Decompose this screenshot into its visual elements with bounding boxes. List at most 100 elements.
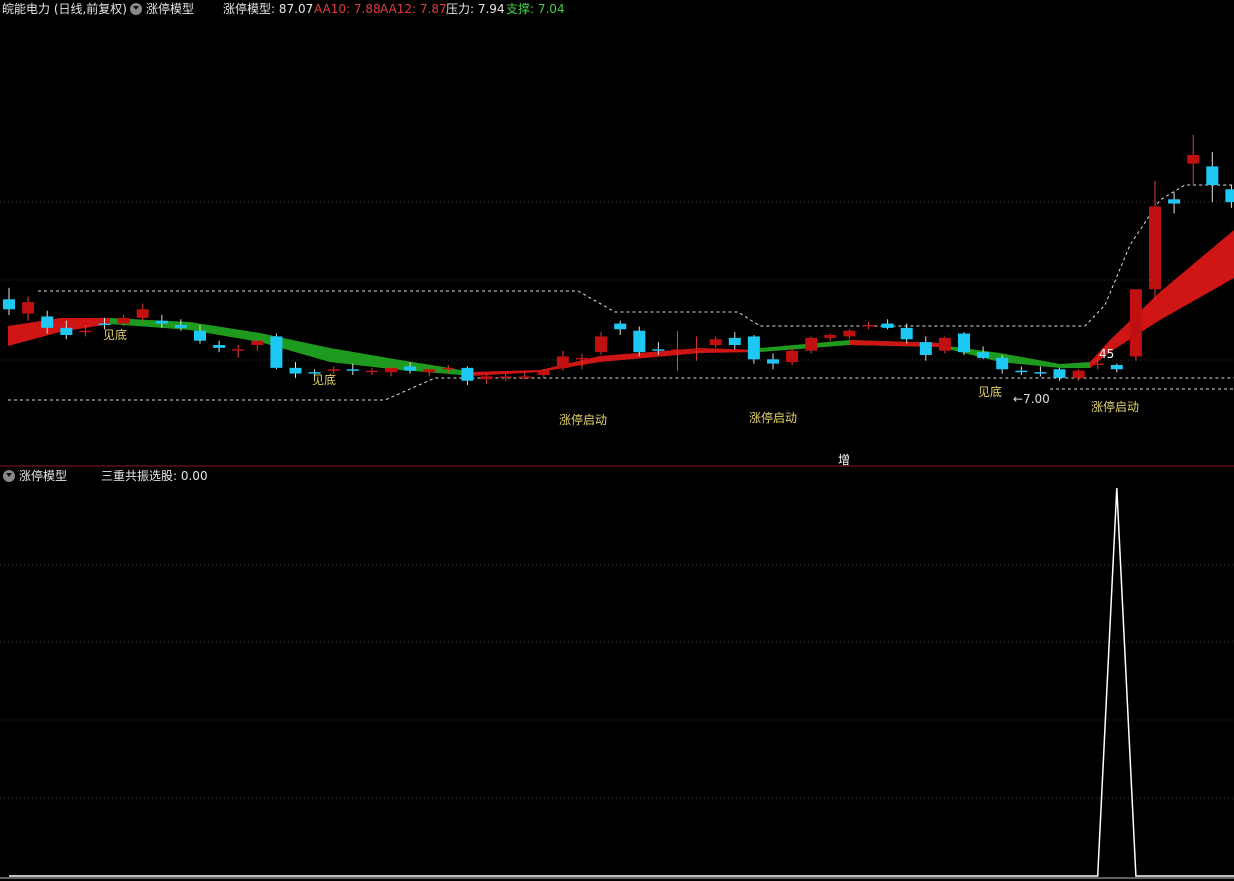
- chevron-down-icon[interactable]: [3, 470, 15, 482]
- candlestick: [633, 326, 646, 357]
- candle-body: [1149, 206, 1161, 290]
- candle-body: [556, 356, 569, 368]
- candle-body: [1072, 370, 1085, 378]
- limit-up-signal-3: 涨停启动: [1091, 399, 1139, 414]
- candlestick: [213, 340, 226, 353]
- candle-body: [1034, 372, 1047, 374]
- candle-body: [614, 323, 627, 330]
- candle-body: [1187, 155, 1200, 164]
- low-price-label: ←7.00: [1013, 392, 1050, 406]
- candle-body: [60, 327, 73, 335]
- candlestick: [346, 363, 359, 375]
- candlestick: [22, 296, 35, 321]
- candle-body: [786, 350, 799, 363]
- sub-indicator-dropdown[interactable]: [3, 467, 15, 485]
- candle-body: [977, 352, 990, 358]
- candle-body: [958, 333, 970, 353]
- candle-body: [728, 337, 741, 345]
- candlestick: [556, 350, 569, 371]
- candlestick: [1110, 363, 1123, 373]
- candle-body: [537, 370, 550, 375]
- candle-body: [41, 316, 54, 328]
- indicator-name[interactable]: 涨停模型: [146, 0, 194, 18]
- candle-body: [270, 336, 283, 368]
- candle-body: [824, 335, 837, 338]
- candlestick: [1149, 180, 1161, 300]
- candlestick: [289, 362, 302, 378]
- candle-body: [1091, 363, 1104, 366]
- candle-body: [652, 349, 665, 351]
- stock-title: 皖能电力 (日线,前复权): [2, 2, 127, 16]
- candle-body: [194, 330, 206, 341]
- value-aa12: AA12: 7.87: [380, 2, 447, 16]
- candlestick: [767, 353, 779, 370]
- candlestick: [862, 322, 875, 330]
- candlestick: [881, 319, 894, 330]
- candle-body: [1053, 369, 1066, 378]
- candlestick: [1187, 135, 1200, 185]
- candle-body: [595, 336, 608, 353]
- sub-indicator-name[interactable]: 涨停模型: [19, 467, 67, 485]
- high-marker-label: 45: [1099, 347, 1114, 361]
- candlestick: [3, 287, 15, 315]
- candle-body: [633, 330, 646, 353]
- candlestick: [1053, 367, 1066, 381]
- candle-body: [155, 320, 168, 324]
- candle-body: [767, 359, 779, 364]
- candlestick: [614, 320, 627, 335]
- candle-body: [22, 302, 35, 314]
- candle-body: [461, 367, 474, 381]
- limit-up-signal-1: 涨停启动: [559, 412, 607, 427]
- candle-body: [996, 357, 1009, 370]
- candlestick: [385, 366, 397, 377]
- candle-body: [136, 309, 149, 318]
- candle-body: [900, 327, 913, 340]
- candle-body: [213, 345, 226, 348]
- candlestick: [1015, 366, 1028, 375]
- candlestick: [1129, 289, 1142, 361]
- candle-body: [690, 349, 703, 351]
- candle-body: [576, 357, 588, 360]
- value-limit-model: 涨停模型: 87.07: [223, 2, 314, 16]
- candle-body: [919, 342, 932, 355]
- value-support: 支撑: 7.04: [506, 2, 565, 16]
- bottom-signal-2: 见底: [312, 372, 336, 387]
- candle-body: [480, 376, 493, 380]
- value-aa10: AA10: 7.88: [314, 2, 381, 16]
- candlestick: [365, 367, 378, 375]
- indicator-dropdown[interactable]: [130, 0, 142, 18]
- ribbon-segment-red: [8, 318, 110, 346]
- candle-body: [327, 369, 340, 371]
- sub-chart-header: 涨停模型 三重共振选股: 0.00: [0, 467, 1234, 485]
- ribbon-segment-red: [470, 348, 760, 376]
- candle-body: [805, 337, 818, 351]
- candlestick: [938, 336, 951, 354]
- candle-body: [1129, 289, 1142, 357]
- candlestick: [977, 346, 990, 360]
- candle-body: [289, 367, 302, 374]
- trend-ribbon: [8, 230, 1234, 376]
- chart-canvas: 见底 见底 见底 涨停启动 涨停启动 涨停启动 ←7.00 45 增: [0, 135, 1234, 879]
- candle-body: [518, 376, 531, 378]
- candle-body: [1168, 199, 1181, 204]
- candlestick: [136, 303, 149, 321]
- candlestick: [1206, 152, 1219, 203]
- candle-body: [671, 349, 684, 351]
- candle-body: [862, 325, 875, 327]
- candle-body: [1206, 166, 1219, 185]
- candle-body: [1110, 365, 1123, 370]
- candle-body: [709, 339, 722, 345]
- candlestick: [671, 330, 684, 371]
- candlestick: [919, 336, 932, 361]
- bottom-signal-3: 见底: [978, 384, 1002, 399]
- candle-body: [843, 330, 856, 337]
- candle-body: [385, 367, 397, 373]
- chevron-down-icon[interactable]: [130, 3, 142, 15]
- candlestick-series: [3, 135, 1234, 385]
- candlestick: [270, 333, 283, 370]
- candle-body: [1015, 370, 1028, 373]
- candlestick: [1168, 192, 1181, 214]
- candlestick: [595, 332, 608, 355]
- candle-body: [98, 323, 111, 326]
- pressure-support-bands: [8, 184, 1234, 401]
